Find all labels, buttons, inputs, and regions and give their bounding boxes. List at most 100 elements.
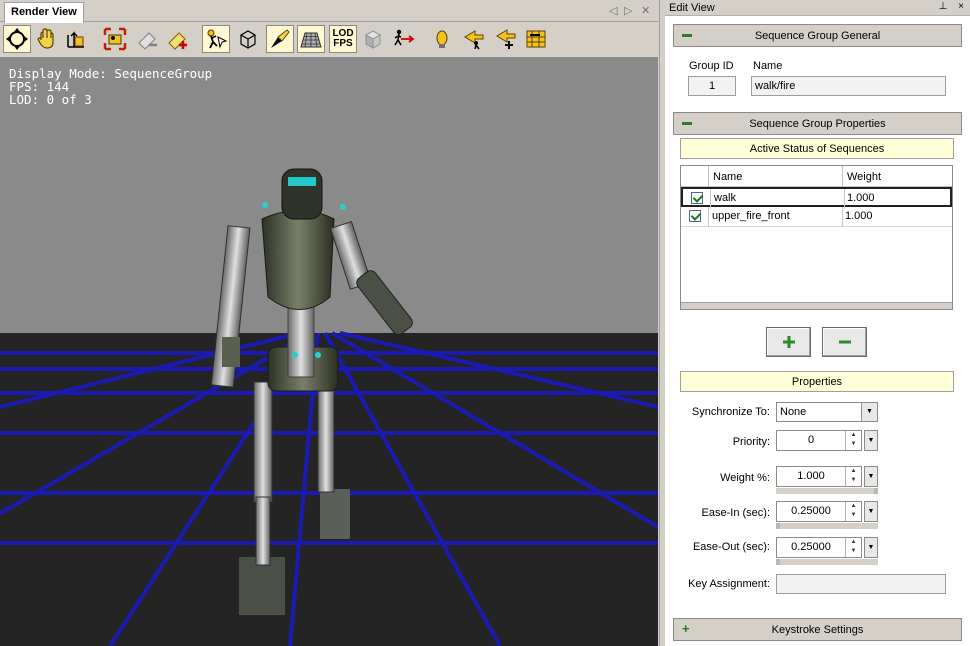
priority-dropdown-icon[interactable]: ▼ <box>864 430 878 451</box>
spin-down-icon[interactable]: ▼ <box>846 511 861 520</box>
eraser-minus-icon[interactable] <box>133 25 161 53</box>
grid-icon[interactable] <box>297 25 325 53</box>
synchronize-select[interactable]: None ▼ <box>776 402 878 422</box>
edit-view-titlebar: Edit View ⊥ × <box>665 0 970 16</box>
row-checkbox[interactable] <box>691 192 703 204</box>
ease-in-value[interactable]: 0.25000 <box>777 505 845 517</box>
render-toolbar: LOD FPS <box>0 23 660 56</box>
eraser-plus-icon[interactable] <box>163 25 191 53</box>
plus-icon <box>782 336 795 348</box>
move-camera-icon[interactable] <box>3 25 31 53</box>
sequence-add-icon[interactable] <box>491 25 519 53</box>
weight-label: Weight %: <box>720 472 770 484</box>
priority-spinner[interactable]: 0 ▲ ▼ <box>776 430 862 451</box>
spin-down-icon[interactable]: ▼ <box>846 547 861 556</box>
pan-hand-icon[interactable] <box>33 25 61 53</box>
select-figure-icon[interactable] <box>202 25 230 53</box>
collapse-icon[interactable] <box>682 122 692 125</box>
table-header-name[interactable]: Name <box>709 166 843 187</box>
group-id-field[interactable]: 1 <box>688 76 736 96</box>
zoom-extents-icon[interactable] <box>101 25 129 53</box>
row-weight[interactable]: 1.000 <box>847 192 875 204</box>
ease-in-label: Ease-In (sec): <box>701 507 770 519</box>
shaded-cube-icon[interactable] <box>359 25 387 53</box>
row-weight[interactable]: 1.000 <box>845 210 873 222</box>
row-name: upper_fire_front <box>712 210 790 222</box>
chevron-down-icon[interactable]: ▼ <box>861 403 877 421</box>
section-header-general[interactable]: Sequence Group General <box>673 24 962 47</box>
light-bulb-icon[interactable] <box>427 25 455 53</box>
edit-view-title: Edit View <box>669 2 715 14</box>
timeline-icon[interactable] <box>522 25 550 53</box>
row-name: walk <box>714 192 737 204</box>
spin-up-icon[interactable]: ▲ <box>846 538 861 547</box>
weight-dropdown-icon[interactable]: ▼ <box>864 466 878 487</box>
name-label: Name <box>753 60 783 72</box>
table-header-weight[interactable]: Weight <box>843 166 952 187</box>
weight-spinner[interactable]: 1.000 ▲ ▼ <box>776 466 862 487</box>
ease-in-dropdown-icon[interactable]: ▼ <box>864 501 878 522</box>
minus-icon <box>838 340 851 344</box>
spin-down-icon[interactable]: ▼ <box>846 476 861 485</box>
ease-in-spinner[interactable]: 0.25000 ▲ ▼ <box>776 501 862 522</box>
spotlight-icon[interactable] <box>266 25 294 53</box>
tab-close-icon[interactable]: ✕ <box>641 4 650 17</box>
spin-up-icon[interactable]: ▲ <box>846 431 861 440</box>
fps-label: FPS <box>333 38 353 49</box>
slider-thumb[interactable] <box>874 488 878 494</box>
sequence-table: Name Weight walk 1.000 upper_fire_front … <box>680 165 953 310</box>
priority-value[interactable]: 0 <box>777 434 845 446</box>
slider-thumb[interactable] <box>776 523 780 529</box>
section-title-general: Sequence Group General <box>754 30 881 42</box>
ease-out-slider[interactable] <box>776 559 878 565</box>
run-arrow-icon[interactable] <box>389 25 417 53</box>
expand-icon[interactable]: + <box>682 622 690 635</box>
tab-render-view[interactable]: Render View <box>4 2 84 23</box>
hud-lod: LOD: 0 of 3 <box>9 92 92 107</box>
section-header-properties[interactable]: Sequence Group Properties <box>673 112 962 135</box>
hud-overlay: Display Mode: SequenceGroup FPS: 144 LOD: … <box>9 67 212 106</box>
remove-sequence-button[interactable] <box>822 327 867 357</box>
tab-prev-icon[interactable]: ◁ <box>609 4 617 17</box>
add-sequence-button[interactable] <box>766 327 811 357</box>
render-viewport[interactable]: Display Mode: SequenceGroup FPS: 144 LOD: … <box>0 57 658 646</box>
name-field[interactable]: walk/fire <box>751 76 946 96</box>
app-window: Render View ◁ ▷ ✕ LOD FPS Display Mode: … <box>0 0 970 646</box>
properties-title: Properties <box>680 371 954 392</box>
render-view-panel: Render View ◁ ▷ ✕ LOD FPS Display Mode: … <box>0 0 660 646</box>
spin-down-icon[interactable]: ▼ <box>846 440 861 449</box>
group-id-label: Group ID <box>689 60 734 72</box>
collapse-icon[interactable] <box>682 34 692 37</box>
spin-up-icon[interactable]: ▲ <box>846 467 861 476</box>
ease-in-slider[interactable] <box>776 523 878 529</box>
scene-canvas <box>0 57 658 646</box>
ease-out-spinner[interactable]: 0.25000 ▲ ▼ <box>776 537 862 558</box>
tab-next-icon[interactable]: ▷ <box>624 4 632 17</box>
spin-up-icon[interactable]: ▲ <box>846 502 861 511</box>
ease-out-dropdown-icon[interactable]: ▼ <box>864 537 878 558</box>
edit-view-panel: Edit View ⊥ × Sequence Group General Gro… <box>665 0 970 646</box>
section-title-keystroke: Keystroke Settings <box>771 624 864 636</box>
sequence-back-icon[interactable] <box>459 25 487 53</box>
table-scrollbar[interactable] <box>681 302 952 309</box>
table-header-check <box>681 166 709 187</box>
wireframe-cube-icon[interactable] <box>234 25 262 53</box>
lod-fps-icon[interactable]: LOD FPS <box>329 25 357 53</box>
ease-out-value[interactable]: 0.25000 <box>777 541 845 553</box>
priority-label: Priority: <box>732 436 770 448</box>
weight-value[interactable]: 1.000 <box>777 470 845 482</box>
synchronize-value: None <box>780 406 807 418</box>
weight-slider[interactable] <box>776 488 878 494</box>
active-status-title: Active Status of Sequences <box>680 138 954 159</box>
close-icon[interactable]: × <box>958 1 964 12</box>
section-header-keystroke[interactable]: + Keystroke Settings <box>673 618 962 641</box>
pin-icon[interactable]: ⊥ <box>939 1 948 12</box>
table-row[interactable]: upper_fire_front 1.000 <box>681 207 952 227</box>
rotate-arrow-icon[interactable] <box>62 25 90 53</box>
row-checkbox[interactable] <box>689 210 701 222</box>
table-row[interactable]: walk 1.000 <box>681 187 952 209</box>
key-assignment-label: Key Assignment: <box>688 578 770 590</box>
key-assignment-field[interactable] <box>776 574 946 594</box>
slider-thumb[interactable] <box>776 559 780 565</box>
ease-out-label: Ease-Out (sec): <box>692 541 770 553</box>
